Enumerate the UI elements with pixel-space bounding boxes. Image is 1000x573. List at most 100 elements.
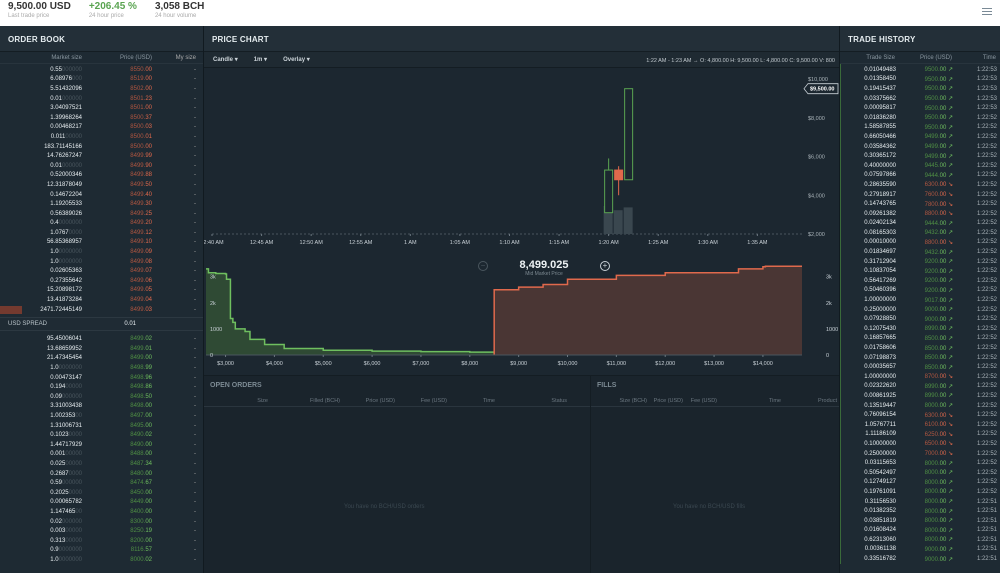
interval-dropdown[interactable]: 1m ▾ <box>254 56 267 63</box>
order-book-row[interactable]: 15.20898172 8499.05 - <box>0 286 203 296</box>
order-book-row[interactable]: 1.14746500 8400.00 - <box>0 507 203 517</box>
volume-value: 3,058 BCH <box>154 1 205 12</box>
price: 8499.90 <box>130 162 152 169</box>
trade-size: 1.00000000 <box>864 297 896 304</box>
order-book-row[interactable]: 1.00000000 8000.02 - <box>0 555 203 565</box>
trade-price: 9500.00 ↗ <box>924 115 953 122</box>
order-book-row[interactable]: 183.71145166 8500.00 - <box>0 142 203 152</box>
trade-row: 0.01608424 8000.00 ↗ 1:22:51 <box>841 526 1000 536</box>
trade-time: 1:22:51 <box>976 536 997 543</box>
order-book-row[interactable]: 1.00000000 8499.09 - <box>0 247 203 257</box>
order-book-row[interactable]: 2471.72445149 8499.03- <box>0 305 203 315</box>
price: 8499.40 <box>130 191 152 198</box>
market-size: 1.39968264 <box>50 114 82 121</box>
order-book-row[interactable]: 13.68659952 8499.01 - <box>0 344 203 354</box>
order-book-row[interactable]: 0.10230000 8490.02 - <box>0 430 203 440</box>
trade-row: 0.00095817 9500.00 ↗ 1:22:53 <box>841 103 1000 113</box>
order-book-row[interactable]: 3.31003438 8498.00 - <box>0 402 203 412</box>
trade-row: 1.58587855 9500.00 ↗ 1:22:52 <box>841 123 1000 133</box>
zoom-out-icon[interactable]: − <box>478 261 488 271</box>
trade-row: 0.01049483 9500.00 ↗ 1:22:53 <box>841 65 1000 75</box>
trade-row: 0.01382352 8000.00 ↗ 1:22:51 <box>841 506 1000 516</box>
trade-size: 0.16857665 <box>864 335 896 342</box>
fills-title: FILLS <box>597 382 617 389</box>
market-size: 1.00000000 <box>50 365 82 372</box>
trade-size: 0.07597866 <box>864 172 896 179</box>
order-book-row[interactable]: 13.41873284 8499.04 - <box>0 295 203 305</box>
my-size: - <box>194 518 196 525</box>
order-book-row[interactable]: 56.85368957 8499.10 - <box>0 238 203 248</box>
y-tick-label-right: 2k <box>826 301 832 307</box>
my-size: - <box>194 412 196 419</box>
order-book-row[interactable]: 0.09000000 8498.50 - <box>0 392 203 402</box>
trade-time: 1:22:52 <box>976 153 997 160</box>
trade-time: 1:22:52 <box>976 440 997 447</box>
order-book-row[interactable]: 1.19205533 8499.30 - <box>0 199 203 209</box>
trade-size: 0.12749127 <box>864 479 896 486</box>
price: 8499.06 <box>130 277 152 284</box>
order-book-row[interactable]: 1.07670000 8499.12 - <box>0 228 203 238</box>
order-book-row[interactable]: 3.04097521 8501.00 - <box>0 103 203 113</box>
order-book-row[interactable]: 0.02000000 8300.00 - <box>0 517 203 527</box>
trade-price: 6500.00 ↘ <box>924 441 953 448</box>
trade-row: 0.50460396 9200.00 ↗ 1:22:52 <box>841 286 1000 296</box>
price: 8488.00 <box>130 451 152 458</box>
market-size: 1.00000000 <box>50 556 82 563</box>
order-book-row[interactable]: 0.00468217 8500.03 - <box>0 123 203 133</box>
order-book-row[interactable]: 1.00000000 8499.08 - <box>0 257 203 267</box>
chart-type-dropdown[interactable]: Candle ▾ <box>213 56 238 63</box>
order-book-row[interactable]: 0.52000346 8499.88 - <box>0 171 203 181</box>
my-size: - <box>194 499 196 506</box>
order-book-row[interactable]: 0.02500000 8487.34 - <box>0 459 203 469</box>
order-book-row[interactable]: 0.31300000 8200.00 - <box>0 536 203 546</box>
my-size: - <box>194 172 196 179</box>
order-book-row[interactable]: 21.47345454 8499.00 - <box>0 354 203 364</box>
open-orders-empty: You have no BCH/USD orders <box>344 504 425 510</box>
trade-row: 0.10000000 6500.00 ↘ 1:22:52 <box>841 439 1000 449</box>
order-book-row[interactable]: 0.55000000 8550.00 - <box>0 65 203 75</box>
market-size: 0.90000000 <box>50 547 82 554</box>
order-book-row[interactable]: 12.31878049 8499.50 - <box>0 180 203 190</box>
menu-icon[interactable] <box>982 8 992 16</box>
order-book-row[interactable]: 0.90000000 8116.57 - <box>0 546 203 556</box>
overlay-dropdown[interactable]: Overlay ▾ <box>283 56 310 63</box>
order-book-row[interactable]: 0.27355642 8499.06 - <box>0 276 203 286</box>
zoom-in-icon[interactable]: + <box>600 261 610 271</box>
order-book-row[interactable]: 14.76267247 8499.99 - <box>0 151 203 161</box>
y-tick-label-right: 1000 <box>826 327 838 333</box>
order-book-row[interactable]: 0.40000000 8499.20 - <box>0 219 203 229</box>
trade-size: 0.66050466 <box>864 133 896 140</box>
trade-row: 0.31156530 8000.00 ↗ 1:22:51 <box>841 497 1000 507</box>
order-book-row[interactable]: 1.31006731 8495.00 - <box>0 421 203 431</box>
order-book-row[interactable]: 0.00065782 8449.00 - <box>0 498 203 508</box>
order-book-row[interactable]: 0.26870000 8480.00 - <box>0 469 203 479</box>
order-book-row[interactable]: 0.01000000 8499.90 - <box>0 161 203 171</box>
candlestick-chart[interactable]: 12:40 AM 12:45 AM 12:50 AM 12:55 AM 1 AM 1:05… <box>204 69 840 247</box>
order-book-row[interactable]: 1.44717929 8490.00 - <box>0 440 203 450</box>
order-book-row[interactable]: 95.45006041 8499.02 - <box>0 334 203 344</box>
order-book-row[interactable]: 1.00000000 8498.99 - <box>0 363 203 373</box>
trade-time: 1:22:52 <box>976 392 997 399</box>
trade-time: 1:22:51 <box>976 508 997 515</box>
price: 8499.99 <box>130 153 152 160</box>
order-book-row[interactable]: 0.01000000 8501.23 - <box>0 94 203 104</box>
order-book-row[interactable]: 0.20250000 8450.00 - <box>0 488 203 498</box>
order-book-row[interactable]: 1.00235300 8497.00 - <box>0 411 203 421</box>
order-book-row[interactable]: 0.01100000 8500.01 - <box>0 132 203 142</box>
order-book-row[interactable]: 0.00300000 8250.19 - <box>0 526 203 536</box>
order-book-row[interactable]: 6.08976000 8519.00 - <box>0 75 203 85</box>
order-book-row[interactable]: 0.59000000 8474.67 - <box>0 478 203 488</box>
order-book-row[interactable]: 0.56389026 8499.25 - <box>0 209 203 219</box>
order-book-row[interactable]: 0.02605363 8499.07 - <box>0 266 203 276</box>
price: 8498.86 <box>130 384 152 391</box>
order-book-row[interactable]: 0.14672204 8499.40 - <box>0 190 203 200</box>
order-book-row[interactable]: 0.00100000 8488.00 - <box>0 450 203 460</box>
spread-label: USD SPREAD <box>8 321 48 328</box>
price: 8519.00 <box>130 76 152 83</box>
order-book-row[interactable]: 0.19400000 8498.86 - <box>0 382 203 392</box>
order-book-row[interactable]: 1.39968264 8500.37 - <box>0 113 203 123</box>
order-book-row[interactable]: 0.00473147 8498.96 - <box>0 373 203 383</box>
trade-row: 0.00861925 8990.00 ↗ 1:22:52 <box>841 391 1000 401</box>
order-book-row[interactable]: 5.51432096 8502.00 - <box>0 84 203 94</box>
col-fee: Fee (USD) <box>690 397 717 404</box>
